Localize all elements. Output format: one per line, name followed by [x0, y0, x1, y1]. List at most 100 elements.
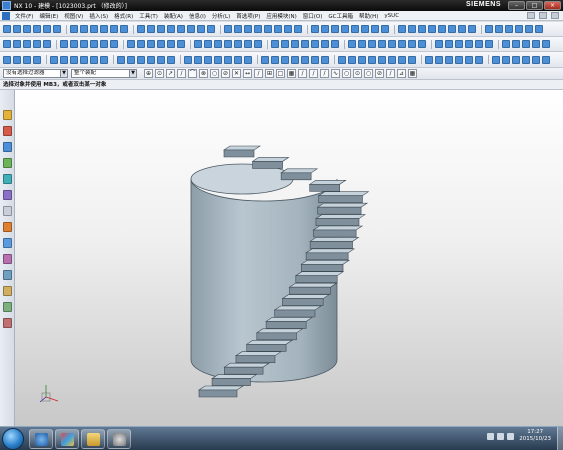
toolbar-tool-icon[interactable] — [311, 55, 319, 64]
resource-tab-icon[interactable] — [3, 206, 12, 216]
resource-tab-icon[interactable] — [3, 318, 12, 328]
toolbar-tool-icon[interactable] — [502, 40, 510, 48]
window-close-icon[interactable] — [551, 12, 559, 19]
toolbar-tool-icon[interactable] — [388, 55, 396, 64]
start-button[interactable] — [2, 428, 24, 450]
toolbar-tool-icon[interactable] — [177, 25, 185, 33]
stair-tread[interactable] — [245, 339, 294, 345]
maximize-button[interactable]: □ — [526, 1, 543, 10]
menu-assemblies[interactable]: 装配(A) — [161, 12, 186, 20]
resource-tab-icon[interactable] — [3, 142, 12, 152]
toolbar-tool-icon[interactable] — [438, 25, 446, 33]
stair-riser[interactable] — [280, 172, 312, 181]
toolbar-tool-icon[interactable] — [224, 25, 232, 33]
menu-app-icon[interactable] — [2, 11, 10, 20]
toolbar-tool-icon[interactable] — [177, 40, 185, 48]
minimize-button[interactable]: – — [508, 1, 525, 10]
toolbar-tool-icon[interactable] — [271, 40, 279, 48]
toolbar-tool-icon[interactable] — [341, 25, 349, 33]
toolbar-tool-icon[interactable] — [465, 55, 473, 64]
stair-tread[interactable] — [308, 179, 347, 185]
toolbar-tool-icon[interactable] — [532, 55, 540, 64]
toolbar-tool-icon[interactable] — [284, 25, 292, 33]
stair-tread[interactable] — [211, 374, 258, 379]
resource-tab-icon[interactable] — [3, 110, 12, 120]
stair-riser[interactable] — [295, 275, 338, 284]
toolbar-tool-icon[interactable] — [492, 55, 500, 64]
toolbar-tool-icon[interactable] — [425, 55, 433, 64]
menu-preferences[interactable]: 首选项(P) — [233, 12, 263, 20]
resource-tab-icon[interactable] — [3, 270, 12, 280]
toolbar-tool-icon[interactable] — [60, 55, 68, 64]
resource-tab-icon[interactable] — [3, 190, 12, 200]
toolbar-tool-icon[interactable] — [244, 55, 252, 64]
toolbar-tool-icon[interactable] — [70, 55, 78, 64]
toolbar-tool-icon[interactable] — [100, 55, 108, 64]
toolbar-tool-icon[interactable] — [23, 55, 31, 64]
snap-point-icon[interactable]: ▦ — [408, 69, 417, 78]
stair-riser[interactable] — [309, 183, 341, 192]
snap-point-icon[interactable]: ∕ — [320, 69, 329, 78]
toolbar-tool-icon[interactable] — [147, 55, 155, 64]
menu-view[interactable]: 视图(V) — [61, 12, 86, 20]
snap-point-icon[interactable]: ▦ — [287, 69, 296, 78]
tray-flag-icon[interactable] — [487, 432, 495, 440]
stair-riser[interactable] — [246, 343, 287, 352]
toolbar-tool-icon[interactable] — [214, 40, 222, 48]
toolbar-tool-icon[interactable] — [348, 40, 356, 48]
toolbar-tool-icon[interactable] — [3, 55, 11, 64]
toolbar-tool-icon[interactable] — [368, 55, 376, 64]
toolbar-tool-icon[interactable] — [147, 40, 155, 48]
toolbar-tool-icon[interactable] — [485, 40, 493, 48]
toolbar-tool-icon[interactable] — [348, 55, 356, 64]
window-restore-icon[interactable] — [539, 12, 547, 19]
toolbar-tool-icon[interactable] — [264, 25, 272, 33]
toolbar-tool-icon[interactable] — [224, 40, 232, 48]
menu-help[interactable]: 帮助(H) — [356, 12, 381, 20]
snap-point-icon[interactable]: ⊗ — [199, 69, 208, 78]
toolbar-tool-icon[interactable] — [271, 55, 279, 64]
snap-point-icon[interactable]: ⊙ — [353, 69, 362, 78]
toolbar-tool-icon[interactable] — [435, 55, 443, 64]
toolbar-tool-icon[interactable] — [157, 25, 165, 33]
stair-riser[interactable] — [289, 286, 331, 295]
toolbar-tool-icon[interactable] — [214, 55, 222, 64]
stair-tread[interactable] — [300, 259, 351, 265]
snap-point-icon[interactable]: ∕ — [254, 69, 263, 78]
stair-tread[interactable] — [198, 385, 244, 391]
toolbar-tool-icon[interactable] — [398, 55, 406, 64]
toolbar-tool-icon[interactable] — [80, 40, 88, 48]
stair-riser[interactable] — [318, 195, 363, 204]
toolbar-tool-icon[interactable] — [512, 40, 520, 48]
toolbar-tool-icon[interactable] — [197, 25, 205, 33]
toolbar-tool-icon[interactable] — [261, 55, 269, 64]
toolbar-tool-icon[interactable] — [408, 55, 416, 64]
toolbar-tool-icon[interactable] — [321, 40, 329, 48]
snap-point-icon[interactable]: ⊕ — [144, 69, 153, 78]
toolbar-tool-icon[interactable] — [358, 40, 366, 48]
toolbar-tool-icon[interactable] — [157, 40, 165, 48]
ribbon-toggle-icon[interactable] — [527, 12, 535, 19]
toolbar-tool-icon[interactable] — [137, 55, 145, 64]
stair-riser[interactable] — [265, 321, 307, 329]
toolbar-tool-icon[interactable] — [244, 40, 252, 48]
toolbar-tool-icon[interactable] — [33, 25, 41, 33]
toolbar-tool-icon[interactable] — [445, 40, 453, 48]
toolbar-tool-icon[interactable] — [244, 25, 252, 33]
toolbar-tool-icon[interactable] — [204, 55, 212, 64]
resource-tab-icon[interactable] — [3, 254, 12, 264]
toolbar-tool-icon[interactable] — [110, 25, 118, 33]
toolbar-tool-icon[interactable] — [204, 40, 212, 48]
taskbar-app-4[interactable] — [107, 429, 131, 449]
stair-tread[interactable] — [265, 317, 314, 322]
snap-point-icon[interactable]: ∕ — [309, 69, 318, 78]
toolbar-tool-icon[interactable] — [33, 40, 41, 48]
menu-tools[interactable]: 工具(T) — [136, 12, 161, 20]
menu-ysuc[interactable]: ySUC — [381, 13, 402, 19]
stair-tread[interactable] — [251, 157, 290, 162]
toolbar-tool-icon[interactable] — [90, 55, 98, 64]
toolbar-tool-icon[interactable] — [321, 55, 329, 64]
toolbar-tool-icon[interactable] — [502, 55, 510, 64]
stair-tread[interactable] — [294, 271, 345, 277]
menu-insert[interactable]: 插入(S) — [86, 12, 111, 20]
